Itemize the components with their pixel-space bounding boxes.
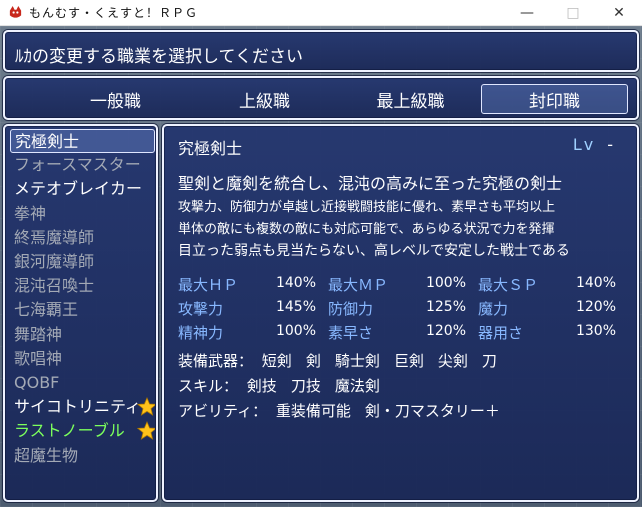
job-description-line-2: 攻撃力、防御力が卓越し近接戦闘技能に優れ、素早さも平均以上	[178, 200, 556, 215]
weapon-type: 剣	[305, 352, 321, 370]
job-list-item[interactable]: フォースマスター	[10, 153, 155, 177]
skill-type: 刀技	[290, 377, 321, 395]
stat-value: 125%	[425, 299, 466, 315]
job-description-line-1: 聖剣と魔剣を統合し、混沌の高みに至った究極の剣士	[178, 174, 563, 193]
close-button[interactable]: ✕	[596, 0, 642, 26]
job-list-item-label: QOBF	[14, 373, 60, 392]
ability-name: 剣・刀マスタリー＋	[364, 402, 500, 420]
tab-general-jobs[interactable]: 一般職	[42, 84, 189, 114]
job-list-item-label: 終焉魔導師	[14, 227, 95, 247]
job-list-item-label: 舞踏神	[14, 324, 63, 344]
job-list-item[interactable]: 拳神	[10, 202, 155, 226]
stat-label: 防御力	[328, 300, 374, 318]
job-list-item-label: 究極剣士	[15, 132, 80, 151]
job-list-item-label: メテオブレイカー	[14, 179, 143, 199]
skills-label: スキル：	[178, 377, 239, 395]
app-monster-icon	[7, 5, 23, 21]
job-list-item[interactable]: 究極剣士	[10, 129, 155, 153]
help-text: ﾙｶの変更する職業を選択してください	[15, 47, 303, 67]
stat-label: 素早さ	[328, 324, 374, 342]
tab-top-jobs[interactable]: 最上級職	[337, 84, 484, 114]
stat-label: 最大ＭＰ	[328, 276, 389, 294]
job-list-item[interactable]: ラストノーブル	[10, 419, 155, 443]
job-list-item[interactable]: メテオブレイカー	[10, 177, 155, 201]
job-list-item[interactable]: 超魔生物	[10, 444, 155, 468]
job-list-item-label: ラストノーブル	[14, 421, 125, 441]
skill-type: 魔法剣	[334, 377, 380, 395]
window-title: もんむす・くえすと！ＲＰＧ	[29, 6, 199, 20]
level-label: Lv	[572, 135, 596, 154]
abilities-row: アビリティ： 重装備可能 剣・刀マスタリー＋	[178, 400, 514, 421]
job-list-item-label: サイコトリニティ	[14, 397, 142, 417]
abilities-label: アビリティ：	[178, 402, 268, 420]
tab-label: 上級職	[239, 91, 290, 112]
tab-sealed-jobs[interactable]: 封印職	[481, 84, 628, 114]
job-category-tabs: 一般職 上級職 最上級職 封印職	[3, 76, 639, 120]
weapons-label: 装備武器：	[178, 352, 254, 370]
job-description-line-4: 目立った弱点も見当たらない、高レベルで安定した戦士である	[178, 243, 570, 259]
job-list-item[interactable]: サイコトリニティ	[10, 395, 155, 419]
minimize-button[interactable]: —	[504, 0, 550, 26]
job-list-item-label: 銀河魔導師	[14, 252, 95, 271]
job-list-item-label: 混沌召喚士	[14, 276, 95, 296]
stat-label: 器用さ	[478, 324, 524, 342]
job-list-item[interactable]: 混沌召喚士	[10, 274, 155, 298]
stat-label: 攻撃力	[178, 300, 224, 318]
job-list-item[interactable]: QOBF	[10, 371, 155, 395]
ability-name: 重装備可能	[275, 402, 351, 420]
stat-label: 精神力	[178, 324, 224, 342]
tab-label: 最上級職	[376, 91, 445, 112]
stat-label: 最大ＨＰ	[178, 276, 239, 294]
game-screen: ﾙｶの変更する職業を選択してください 一般職 上級職 最上級職 封印職 究極剣士…	[0, 26, 642, 507]
stat-label: 魔力	[478, 300, 509, 318]
job-list-item-label: 拳神	[14, 203, 47, 223]
job-list-item[interactable]: 銀河魔導師	[10, 250, 155, 274]
star-icon	[137, 397, 155, 417]
job-level: Lv -	[573, 135, 615, 154]
level-value: -	[607, 135, 615, 154]
stat-value: 140%	[575, 275, 616, 291]
weapon-type: 短剣	[261, 352, 292, 370]
stat-label: 最大ＳＰ	[478, 276, 539, 294]
skills-row: スキル： 剣技 刀技 魔法剣	[178, 375, 394, 396]
stat-value: 130%	[575, 323, 616, 339]
job-list-item[interactable]: 七海覇王	[10, 298, 155, 322]
stat-value: 100%	[425, 275, 466, 291]
weapon-type: 巨剣	[393, 352, 424, 370]
stat-value: 140%	[275, 275, 316, 291]
weapon-type: 尖剣	[437, 352, 468, 370]
tab-label: 封印職	[529, 91, 580, 112]
stat-value: 120%	[575, 299, 616, 315]
job-list-item-label: 超魔生物	[14, 445, 79, 465]
job-list-item-label: 七海覇王	[14, 300, 79, 320]
help-window: ﾙｶの変更する職業を選択してください	[3, 30, 639, 72]
stat-value: 145%	[275, 299, 316, 315]
job-list: 究極剣士フォースマスター メテオブレイカー 拳神終焉魔導師銀河魔導師混沌召喚士七海覇…	[3, 124, 158, 502]
tab-label: 一般職	[90, 91, 141, 112]
job-list-item[interactable]: 舞踏神	[10, 323, 155, 347]
tab-advanced-jobs[interactable]: 上級職	[191, 84, 338, 114]
stat-value: 100%	[275, 323, 316, 339]
job-description-line-3: 単体の敵にも複数の敵にも対応可能で、あらゆる状況で力を発揮	[178, 222, 555, 237]
skill-type: 剣技	[246, 377, 277, 395]
job-list-item[interactable]: 歌唱神	[10, 347, 155, 371]
job-list-item[interactable]: 終焉魔導師	[10, 226, 155, 250]
stat-value: 120%	[425, 323, 466, 339]
job-name: 究極剣士	[178, 139, 243, 158]
window-titlebar: もんむす・くえすと！ＲＰＧ — □ ✕	[0, 0, 642, 26]
job-detail-panel: 究極剣士 Lv - 聖剣と魔剣を統合し、混沌の高みに至った究極の剣士 攻撃力、防御…	[162, 124, 639, 502]
job-list-item-label: 歌唱神	[14, 348, 63, 368]
weapon-type: 刀	[481, 352, 497, 370]
job-list-item-label: フォースマスター	[14, 155, 141, 175]
equipment-weapons-row: 装備武器： 短剣剣騎士剣 巨剣 尖剣刀	[178, 350, 511, 371]
weapon-type: 騎士剣	[334, 352, 380, 370]
maximize-button[interactable]: □	[550, 0, 596, 26]
window-controls: — □ ✕	[504, 0, 642, 26]
star-icon	[137, 421, 155, 441]
